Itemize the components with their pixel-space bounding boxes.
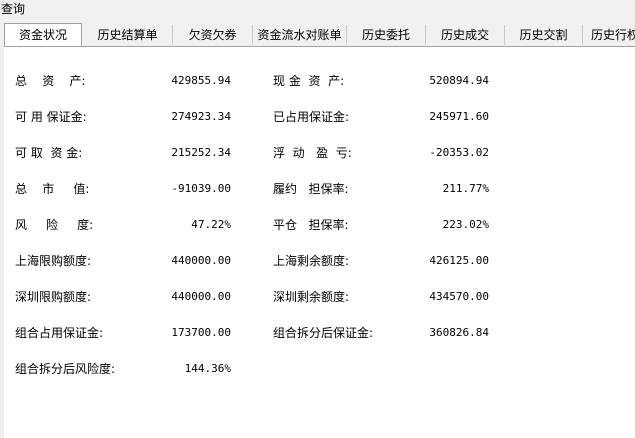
sh-remaining-label: 上海剩余额度: xyxy=(273,254,350,268)
used-margin-value: 245971.60 xyxy=(429,110,489,123)
tab-fund-statement[interactable]: 资金流水对账单 xyxy=(253,25,347,45)
tab-historical-settlement[interactable]: 历史结算单 xyxy=(83,25,173,45)
sh-limit-label: 上海限购额度: xyxy=(15,254,92,268)
field-row: 可 用 保证金: 274923.34 已占用保证金: 245971.60 xyxy=(4,108,635,126)
tab-bar: 资金状况 历史结算单 欠资欠券 资金流水对账单 历史委托 历史成交 历史交割 历… xyxy=(4,23,635,47)
floating-pnl-value: -20353.02 xyxy=(429,146,489,159)
performance-ratio-value: 211.77% xyxy=(442,182,489,195)
combo-split-margin-value: 360826.84 xyxy=(429,326,489,339)
tab-historical-trades[interactable]: 历史成交 xyxy=(426,25,505,45)
field-row: 总 资 产: 429855.94 现 金 资 产: 520894.94 xyxy=(4,72,635,90)
field-row: 深圳限购额度: 440000.00 深圳剩余额度: 434570.00 xyxy=(4,288,635,306)
tab-debt-shortfall[interactable]: 欠资欠券 xyxy=(173,25,253,45)
field-row: 上海限购额度: 440000.00 上海剩余额度: 426125.00 xyxy=(4,252,635,270)
withdrawable-value: 215252.34 xyxy=(171,146,231,159)
combo-split-risk-label: 组合拆分后风险度: xyxy=(15,362,116,376)
withdrawable-label: 可 取 资 金: xyxy=(15,146,83,160)
tab-historical-orders[interactable]: 历史委托 xyxy=(347,25,426,45)
combo-split-risk-value: 144.36% xyxy=(184,362,231,375)
closeout-ratio-value: 223.02% xyxy=(442,218,489,231)
available-margin-value: 274923.34 xyxy=(171,110,231,123)
floating-pnl-label: 浮 动 盈 亏: xyxy=(273,146,352,160)
fund-status-panel: 总 资 产: 429855.94 现 金 资 产: 520894.94 可 用 … xyxy=(4,47,635,438)
sh-limit-value: 440000.00 xyxy=(171,254,231,267)
market-value-label: 总 市 值: xyxy=(15,182,90,196)
market-value-value: -91039.00 xyxy=(171,182,231,195)
sz-limit-value: 440000.00 xyxy=(171,290,231,303)
total-assets-label: 总 资 产: xyxy=(15,74,86,88)
field-row: 可 取 资 金: 215252.34 浮 动 盈 亏: -20353.02 xyxy=(4,144,635,162)
combo-used-margin-value: 173700.00 xyxy=(171,326,231,339)
sz-remaining-label: 深圳剩余额度: xyxy=(273,290,350,304)
tab-historical-delivery[interactable]: 历史交割 xyxy=(505,25,583,45)
risk-level-value: 47.22% xyxy=(191,218,231,231)
cash-assets-label: 现 金 资 产: xyxy=(273,74,345,88)
field-row: 总 市 值: -91039.00 履约 担保率: 211.77% xyxy=(4,180,635,198)
total-assets-value: 429855.94 xyxy=(171,74,231,87)
tab-historical-exercise[interactable]: 历史行权 xyxy=(583,25,635,45)
field-row: 风 险 度: 47.22% 平仓 担保率: 223.02% xyxy=(4,216,635,234)
window-title: 查询 xyxy=(1,2,26,16)
cash-assets-value: 520894.94 xyxy=(429,74,489,87)
combo-used-margin-label: 组合占用保证金: xyxy=(15,326,104,340)
tab-fund-status[interactable]: 资金状况 xyxy=(4,23,82,46)
combo-split-margin-label: 组合拆分后保证金: xyxy=(273,326,374,340)
sz-remaining-value: 434570.00 xyxy=(429,290,489,303)
sz-limit-label: 深圳限购额度: xyxy=(15,290,92,304)
field-row: 组合占用保证金: 173700.00 组合拆分后保证金: 360826.84 xyxy=(4,324,635,342)
used-margin-label: 已占用保证金: xyxy=(273,110,350,124)
performance-ratio-label: 履约 担保率: xyxy=(273,182,349,196)
risk-level-label: 风 险 度: xyxy=(15,218,94,232)
field-row: 组合拆分后风险度: 144.36% xyxy=(4,360,635,378)
closeout-ratio-label: 平仓 担保率: xyxy=(273,218,349,232)
sh-remaining-value: 426125.00 xyxy=(429,254,489,267)
available-margin-label: 可 用 保证金: xyxy=(15,110,87,124)
